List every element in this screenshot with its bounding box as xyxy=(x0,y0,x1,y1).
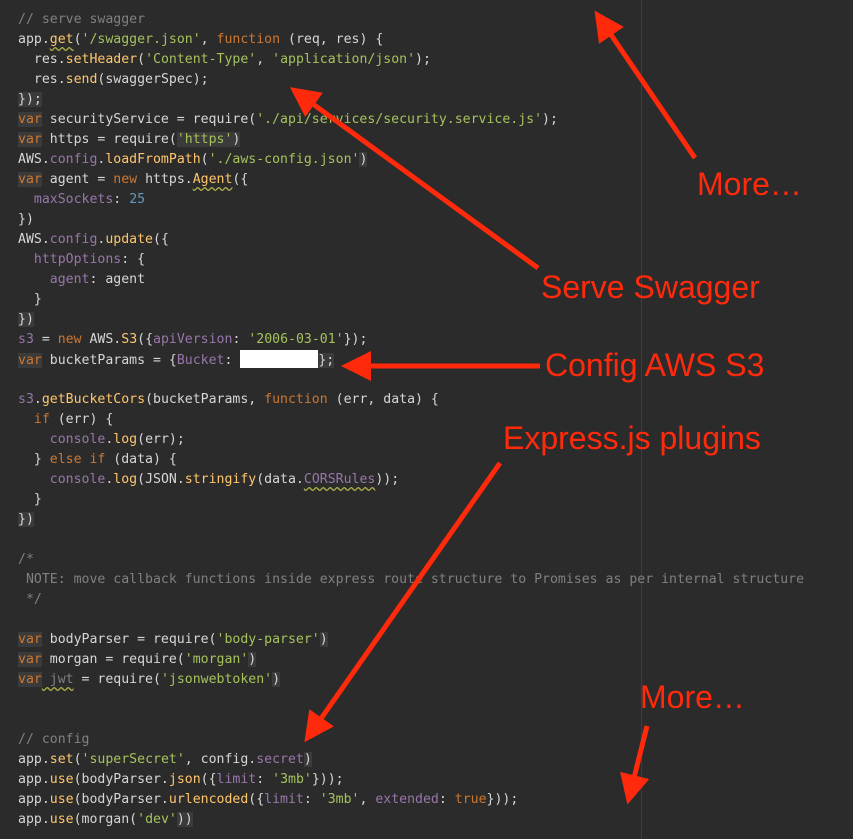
annotation-more-bottom: More… xyxy=(640,679,745,715)
arrow-more-top xyxy=(594,10,698,160)
annotation-express-plugins: Express.js plugins xyxy=(503,420,761,456)
annotation-more-top: More… xyxy=(697,166,802,202)
arrow-serve-swagger xyxy=(289,87,540,271)
annotation-config-aws-s3: Config AWS S3 xyxy=(545,347,765,383)
annotation-serve-swagger: Serve Swagger xyxy=(541,269,760,305)
arrow-more-bottom xyxy=(620,725,650,805)
arrow-express-plugins xyxy=(304,461,503,743)
